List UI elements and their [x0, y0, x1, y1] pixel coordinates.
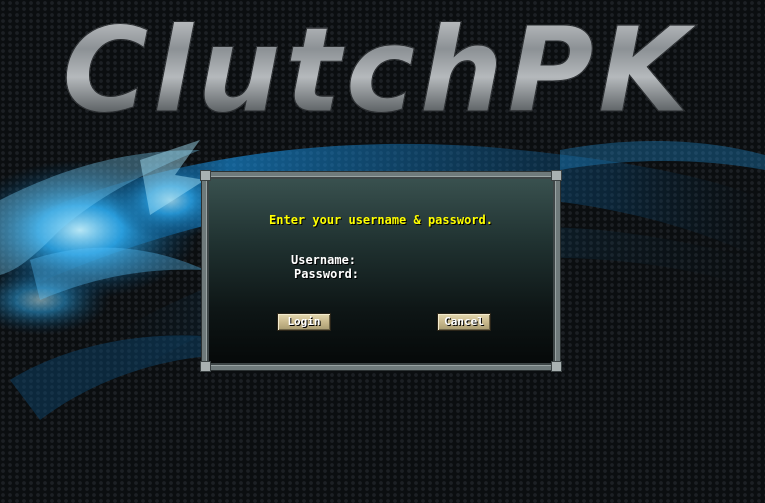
dialog-corner-rivet	[200, 170, 211, 181]
dialog-corner-rivet	[551, 361, 562, 372]
username-label: Username:	[291, 253, 357, 267]
logo-text: ClutchPK	[62, 0, 742, 140]
username-field[interactable]	[366, 253, 516, 267]
login-prompt: Enter your username & password.	[269, 213, 493, 227]
cancel-button[interactable]: Cancel	[437, 313, 491, 331]
login-button[interactable]: Login	[277, 313, 331, 331]
login-screen: ClutchPK Enter your username & password.…	[0, 0, 765, 503]
password-field[interactable]	[366, 267, 516, 281]
dialog-corner-rivet	[200, 361, 211, 372]
password-label: Password:	[294, 267, 360, 281]
dialog-corner-rivet	[551, 170, 562, 181]
login-dialog: Enter your username & password. Username…	[200, 170, 562, 372]
